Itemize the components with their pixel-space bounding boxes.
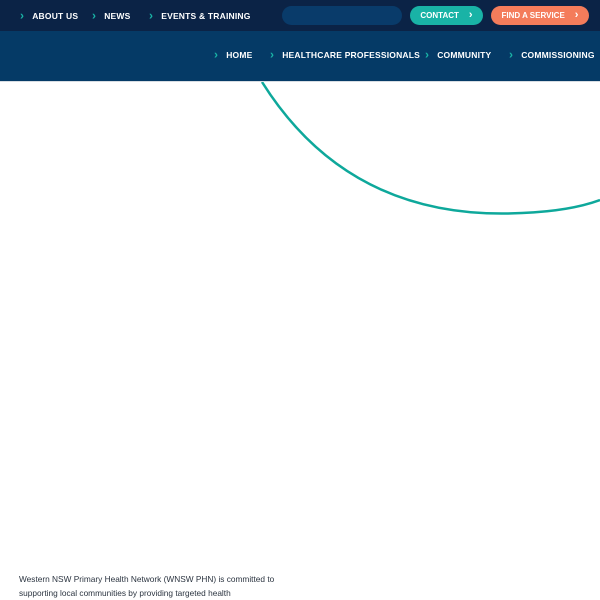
search-input[interactable] <box>282 6 402 25</box>
chevron-right-icon: › <box>20 8 25 23</box>
intro-text: Western NSW Primary Health Network (WNSW… <box>19 574 275 598</box>
contact-button[interactable]: CONTACT › <box>410 6 483 25</box>
nav-events-training[interactable]: › EVENTS & TRAINING <box>149 10 251 22</box>
nav-news[interactable]: › NEWS <box>92 10 131 22</box>
arc-curve <box>260 82 600 215</box>
nav-home[interactable]: › HOME <box>214 49 253 61</box>
nav-community-label: COMMUNITY <box>437 50 492 60</box>
nav-commissioning-label: COMMISSIONING <box>521 50 595 60</box>
nav-about-us-label: ABOUT US <box>32 11 79 21</box>
chevron-right-icon: › <box>509 47 514 62</box>
top-bar: › ABOUT US › NEWS › EVENTS & TRAINING CO… <box>0 0 600 31</box>
chevron-right-icon: › <box>574 9 579 21</box>
chevron-right-icon: › <box>270 47 275 62</box>
nav-healthcare-professionals[interactable]: › HEALTHCARE PROFESSIONALS <box>270 49 420 61</box>
nav-home-label: HOME <box>226 50 253 60</box>
chevron-right-icon: › <box>92 8 97 23</box>
nav-about-us[interactable]: › ABOUT US <box>20 10 78 22</box>
main-navigation: › HOME › HEALTHCARE PROFESSIONALS › COMM… <box>0 31 600 82</box>
find-a-service-button-label: FIND A SERVICE <box>501 11 565 20</box>
nav-community[interactable]: › COMMUNITY <box>425 49 491 61</box>
find-a-service-button[interactable]: FIND A SERVICE › <box>491 6 589 25</box>
chevron-right-icon: › <box>214 47 219 62</box>
chevron-right-icon: › <box>149 8 154 23</box>
nav-commissioning[interactable]: › COMMISSIONING <box>509 49 595 61</box>
nav-events-training-label: EVENTS & TRAINING <box>161 11 251 21</box>
decorative-arc <box>260 82 600 215</box>
chevron-right-icon: › <box>425 47 430 62</box>
nav-news-label: NEWS <box>104 11 131 21</box>
nav-healthcare-professionals-label: HEALTHCARE PROFESSIONALS <box>282 50 421 60</box>
chevron-right-icon: › <box>468 9 473 21</box>
contact-button-label: CONTACT <box>420 11 459 20</box>
